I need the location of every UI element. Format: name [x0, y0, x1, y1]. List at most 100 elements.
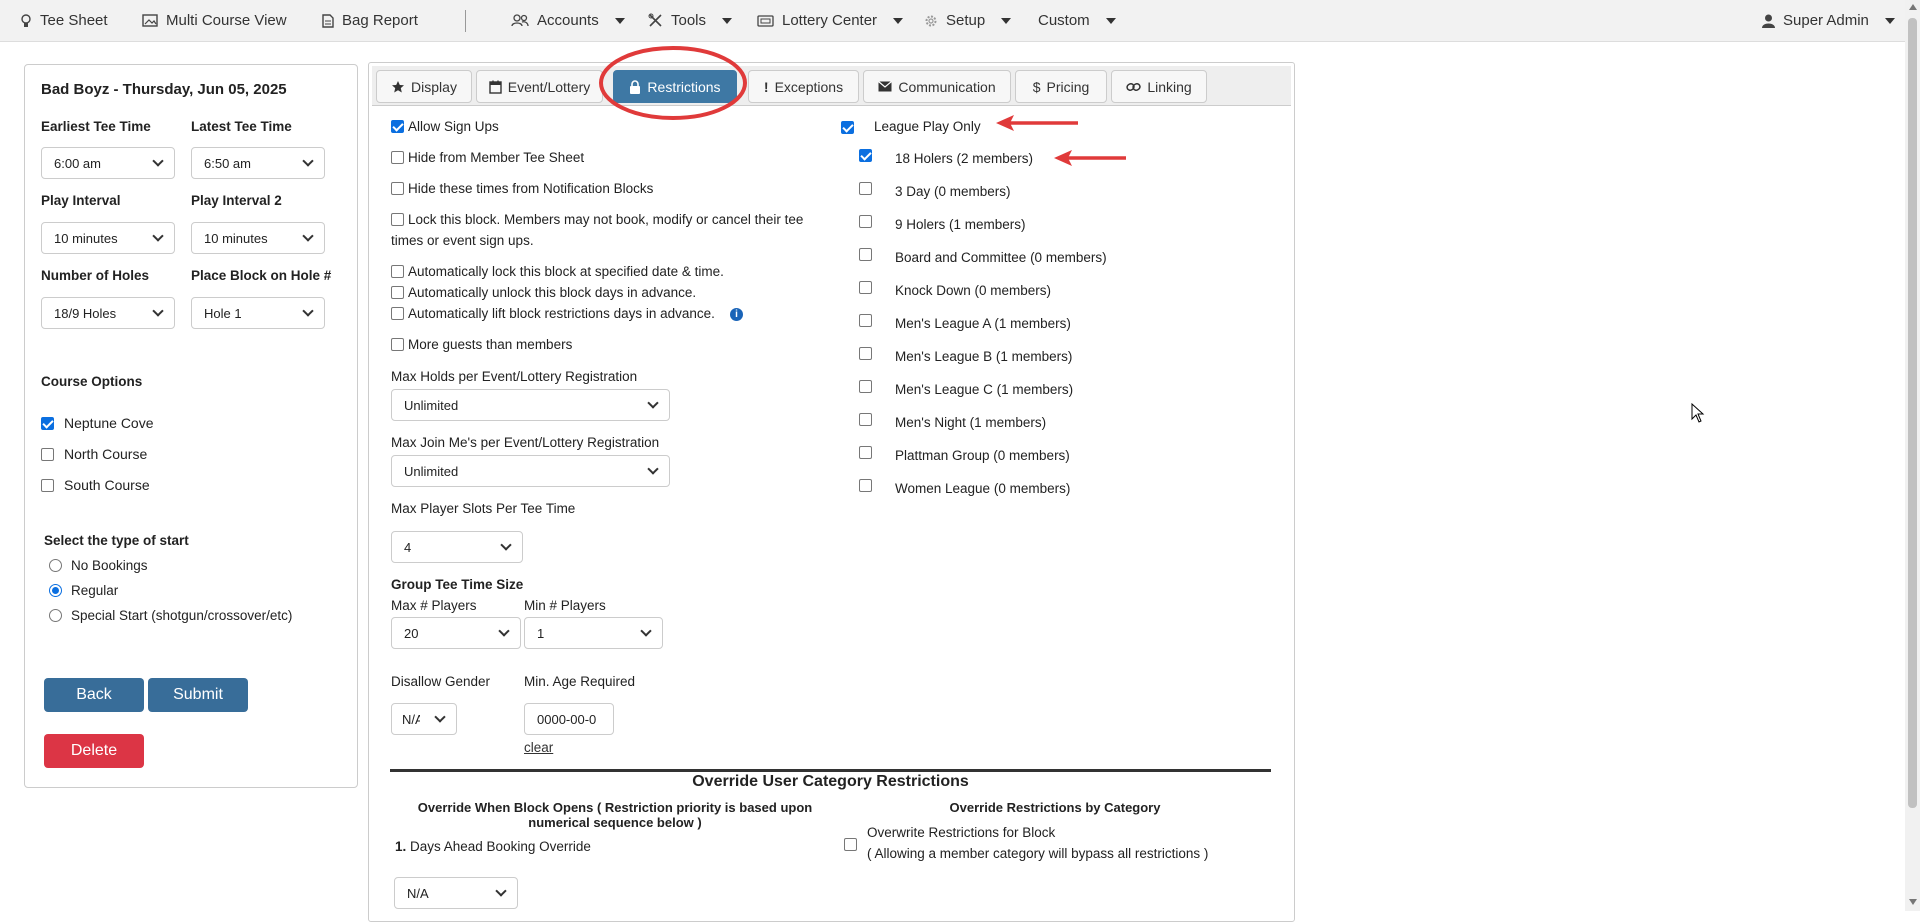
scroll-down-icon[interactable] — [1909, 899, 1917, 905]
info-icon[interactable]: i — [730, 308, 743, 321]
caret-down-icon — [722, 17, 733, 24]
place-block-select[interactable]: Hole 1 — [191, 297, 325, 329]
league-checkbox-mens-night[interactable] — [859, 413, 872, 426]
chevron-down-icon — [302, 305, 314, 317]
play-interval-value: 10 minutes — [54, 230, 118, 246]
min-players-select[interactable]: 1 — [524, 617, 663, 649]
disallow-gender-select[interactable]: N/A — [391, 703, 457, 735]
number-of-holes-label: Number of Holes — [41, 268, 150, 283]
nav-tools[interactable]: Tools — [648, 12, 733, 29]
back-button[interactable]: Back — [44, 678, 144, 712]
league-label: Men's League A (1 members) — [895, 316, 1071, 331]
tab-communication[interactable]: Communication — [863, 70, 1011, 103]
nav-custom[interactable]: Custom — [1038, 12, 1116, 29]
max-players-value: 20 — [404, 625, 419, 641]
course-checkbox-neptune-cove[interactable] — [41, 417, 54, 430]
more-guests-checkbox[interactable] — [391, 338, 404, 351]
caret-down-icon — [614, 17, 625, 24]
league-checkbox-mens-league-c[interactable] — [859, 380, 872, 393]
min-players-label: Min # Players — [524, 598, 606, 613]
chevron-down-icon — [302, 155, 314, 167]
hide-notification-checkbox[interactable] — [391, 182, 404, 195]
annotation-arrow — [996, 115, 1078, 131]
nav-tee-sheet[interactable]: Tee Sheet — [20, 12, 108, 29]
league-checkbox-18-holers[interactable] — [859, 149, 872, 162]
section-divider — [390, 769, 1271, 772]
nav-divider — [465, 10, 466, 32]
chevron-down-icon — [647, 397, 659, 409]
nav-accounts[interactable]: Accounts — [511, 12, 625, 29]
chevron-down-icon — [152, 155, 164, 167]
nav-multi-course-view[interactable]: Multi Course View — [142, 12, 287, 29]
play-interval-select[interactable]: 10 minutes — [41, 222, 175, 254]
nav-bag-report[interactable]: Bag Report — [322, 12, 418, 29]
disallow-gender-label: Disallow Gender — [391, 674, 491, 689]
league-checkbox-3-day[interactable] — [859, 182, 872, 195]
nav-setup-label: Setup — [946, 12, 986, 29]
allow-signups-checkbox[interactable] — [391, 120, 404, 133]
users-icon — [511, 14, 529, 27]
number-of-holes-select[interactable]: 18/9 Holes — [41, 297, 175, 329]
nav-setup[interactable]: Setup — [924, 12, 1012, 29]
league-checkbox-mens-league-a[interactable] — [859, 314, 872, 327]
tab-pricing[interactable]: $ Pricing — [1015, 70, 1107, 103]
link-icon — [1126, 82, 1141, 91]
auto-unlock-checkbox[interactable] — [391, 286, 404, 299]
league-checkbox-mens-league-b[interactable] — [859, 347, 872, 360]
course-checkbox-north-course[interactable] — [41, 448, 54, 461]
course-label: North Course — [64, 446, 148, 462]
chevron-down-icon — [498, 625, 510, 637]
auto-lift-label: Automatically lift block restrictions da… — [408, 306, 715, 321]
lock-block-label-line1: Lock this block. Members may not book, m… — [408, 212, 804, 227]
hide-member-checkbox[interactable] — [391, 151, 404, 164]
delete-button[interactable]: Delete — [44, 734, 144, 768]
tab-linking[interactable]: Linking — [1111, 70, 1207, 103]
max-slots-select[interactable]: 4 — [391, 531, 523, 563]
vertical-scrollbar[interactable] — [1905, 0, 1920, 911]
league-play-only-checkbox[interactable] — [841, 121, 854, 134]
overwrite-restrictions-checkbox[interactable] — [844, 838, 857, 851]
block-title: Bad Boyz - Thursday, Jun 05, 2025 — [41, 81, 287, 98]
nav-user-label: Super Admin — [1783, 12, 1869, 29]
max-holds-select[interactable]: Unlimited — [391, 389, 670, 421]
latest-tee-time-value: 6:50 am — [204, 155, 251, 171]
earliest-tee-time-select[interactable]: 6:00 am — [41, 147, 175, 179]
tab-exceptions[interactable]: ! Exceptions — [748, 70, 859, 103]
league-label: 9 Holers (1 members) — [895, 217, 1026, 232]
start-type-radio-special-start[interactable] — [49, 609, 62, 622]
play-interval-2-select[interactable]: 10 minutes — [191, 222, 325, 254]
caret-down-icon — [893, 17, 904, 24]
league-checkbox-women-league[interactable] — [859, 479, 872, 492]
start-type-radio-no-bookings[interactable] — [49, 559, 62, 572]
nav-lottery-center-label: Lottery Center — [782, 12, 878, 29]
disallow-gender-value: N/A — [402, 711, 420, 727]
max-join-select[interactable]: Unlimited — [391, 455, 670, 487]
submit-button[interactable]: Submit — [148, 678, 248, 712]
tab-event-lottery[interactable]: Event/Lottery — [476, 70, 603, 103]
chevron-down-icon — [152, 230, 164, 242]
clear-link[interactable]: clear — [524, 740, 553, 755]
start-type-radio-regular[interactable] — [49, 584, 62, 597]
scroll-up-icon[interactable] — [1909, 4, 1917, 10]
top-nav-bar: Tee Sheet Multi Course View Bag Report A… — [0, 0, 1905, 42]
calendar-icon — [489, 80, 502, 94]
min-age-input[interactable]: 0000-00-0 — [524, 703, 614, 735]
course-checkbox-south-course[interactable] — [41, 479, 54, 492]
user-icon — [1762, 14, 1775, 28]
league-checkbox-9-holers[interactable] — [859, 215, 872, 228]
tab-display[interactable]: Display — [376, 70, 472, 103]
league-checkbox-knock-down[interactable] — [859, 281, 872, 294]
league-checkbox-plattman-group[interactable] — [859, 446, 872, 459]
nav-lottery-center[interactable]: Lottery Center — [757, 12, 904, 29]
chevron-down-icon — [500, 539, 512, 551]
scrollbar-thumb[interactable] — [1908, 18, 1917, 808]
days-ahead-select[interactable]: N/A — [394, 877, 518, 909]
auto-lift-checkbox[interactable] — [391, 307, 404, 320]
nav-user-menu[interactable]: Super Admin — [1762, 12, 1895, 29]
league-checkbox-board-and-committee[interactable] — [859, 248, 872, 261]
max-players-select[interactable]: 20 — [391, 617, 521, 649]
auto-lock-checkbox[interactable] — [391, 265, 404, 278]
lock-block-checkbox[interactable] — [391, 213, 404, 226]
latest-tee-time-select[interactable]: 6:50 am — [191, 147, 325, 179]
nav-accounts-label: Accounts — [537, 12, 599, 29]
